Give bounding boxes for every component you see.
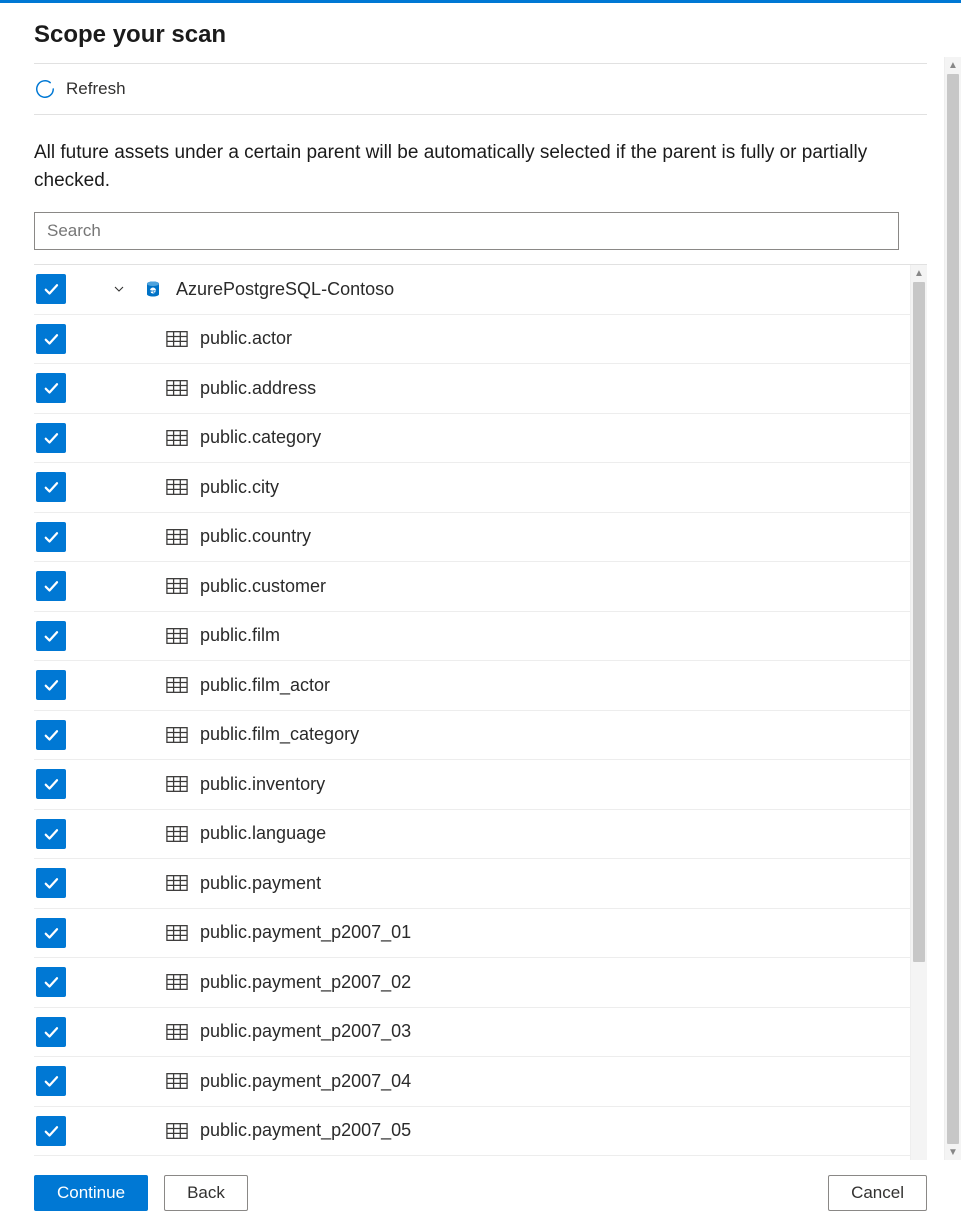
checkbox[interactable] — [36, 423, 66, 453]
checkbox[interactable] — [36, 571, 66, 601]
table-icon — [166, 971, 188, 993]
checkbox[interactable] — [36, 621, 66, 651]
tree-child-row[interactable]: public.inventory — [34, 760, 910, 810]
footer: Continue Back Cancel — [0, 1160, 961, 1225]
scroll-thumb[interactable] — [913, 282, 925, 962]
checkbox[interactable] — [36, 324, 66, 354]
checkbox[interactable] — [36, 1116, 66, 1146]
tree-child-label: public.film_category — [200, 724, 359, 745]
tree-child-row[interactable]: public.payment — [34, 859, 910, 909]
checkbox[interactable] — [36, 670, 66, 700]
tree-child-label: public.payment — [200, 873, 321, 894]
tree-child-label: public.payment_p2007_05 — [200, 1120, 411, 1141]
tree-child-label: public.payment_p2007_01 — [200, 922, 411, 943]
scroll-up-icon[interactable]: ▲ — [911, 265, 927, 282]
tree-child-label: public.country — [200, 526, 311, 547]
checkbox[interactable] — [36, 819, 66, 849]
tree-child-label: public.customer — [200, 576, 326, 597]
tree-child-row[interactable]: public.language — [34, 810, 910, 860]
tree-child-label: public.film — [200, 625, 280, 646]
back-button[interactable]: Back — [164, 1175, 248, 1211]
table-icon — [166, 377, 188, 399]
table-icon — [166, 476, 188, 498]
tree-child-row[interactable]: public.payment_p2007_03 — [34, 1008, 910, 1058]
tree-child-row[interactable]: public.payment_p2007_02 — [34, 958, 910, 1008]
panel-scrollbar[interactable]: ▲ ▼ — [944, 57, 961, 1161]
description-text: All future assets under a certain parent… — [34, 115, 927, 212]
table-icon — [166, 674, 188, 696]
tree-child-label: public.address — [200, 378, 316, 399]
tree-child-row[interactable]: public.film_category — [34, 711, 910, 761]
checkbox[interactable] — [36, 1017, 66, 1047]
checkbox[interactable] — [36, 522, 66, 552]
refresh-icon — [34, 78, 56, 100]
tree-child-row[interactable]: public.category — [34, 414, 910, 464]
tree-scroll[interactable]: PG AzurePostgreSQL-Contoso public.actor pub… — [34, 265, 910, 1222]
tree-child-row[interactable]: public.payment_p2007_04 — [34, 1057, 910, 1107]
table-icon — [166, 922, 188, 944]
tree-child-row[interactable]: public.city — [34, 463, 910, 513]
search-input[interactable] — [34, 212, 899, 250]
tree-child-label: public.film_actor — [200, 675, 330, 696]
table-icon — [166, 625, 188, 647]
scroll-thumb[interactable] — [947, 74, 959, 1144]
checkbox[interactable] — [36, 769, 66, 799]
tree-child-label: public.inventory — [200, 774, 325, 795]
tree-child-row[interactable]: public.payment_p2007_01 — [34, 909, 910, 959]
table-icon — [166, 328, 188, 350]
scroll-up-icon[interactable]: ▲ — [945, 57, 961, 74]
refresh-button[interactable]: Refresh — [34, 64, 927, 115]
tree-child-row[interactable]: public.actor — [34, 315, 910, 365]
scroll-down-icon[interactable]: ▼ — [945, 1144, 961, 1161]
tree-root-label: AzurePostgreSQL-Contoso — [176, 279, 394, 300]
tree-child-label: public.payment_p2007_02 — [200, 972, 411, 993]
tree-root-row[interactable]: PG AzurePostgreSQL-Contoso — [34, 265, 910, 315]
tree-child-label: public.language — [200, 823, 326, 844]
tree-child-row[interactable]: public.country — [34, 513, 910, 563]
table-icon — [166, 823, 188, 845]
table-icon — [166, 1120, 188, 1142]
table-icon — [166, 427, 188, 449]
tree-child-label: public.city — [200, 477, 279, 498]
tree-child-row[interactable]: public.film_actor — [34, 661, 910, 711]
cancel-button[interactable]: Cancel — [828, 1175, 927, 1211]
svg-text:PG: PG — [150, 289, 157, 294]
database-icon: PG — [142, 278, 164, 300]
table-icon — [166, 872, 188, 894]
table-icon — [166, 1070, 188, 1092]
tree-child-label: public.actor — [200, 328, 292, 349]
checkbox[interactable] — [36, 967, 66, 997]
checkbox[interactable] — [36, 472, 66, 502]
table-icon — [166, 1021, 188, 1043]
tree-child-row[interactable]: public.address — [34, 364, 910, 414]
tree-child-row[interactable]: public.payment_p2007_05 — [34, 1107, 910, 1157]
checkbox[interactable] — [36, 1066, 66, 1096]
continue-button[interactable]: Continue — [34, 1175, 148, 1211]
page-title: Scope your scan — [34, 3, 927, 64]
tree-child-row[interactable]: public.film — [34, 612, 910, 662]
checkbox[interactable] — [36, 868, 66, 898]
tree-scrollbar[interactable]: ▲ ▼ — [910, 265, 927, 1222]
checkbox[interactable] — [36, 274, 66, 304]
chevron-down-icon[interactable] — [108, 278, 130, 300]
checkbox[interactable] — [36, 373, 66, 403]
checkbox[interactable] — [36, 720, 66, 750]
table-icon — [166, 575, 188, 597]
table-icon — [166, 526, 188, 548]
checkbox[interactable] — [36, 918, 66, 948]
tree-child-label: public.payment_p2007_04 — [200, 1071, 411, 1092]
tree-child-label: public.category — [200, 427, 321, 448]
tree-child-row[interactable]: public.customer — [34, 562, 910, 612]
table-icon — [166, 724, 188, 746]
refresh-label: Refresh — [66, 79, 126, 99]
tree-child-label: public.payment_p2007_03 — [200, 1021, 411, 1042]
table-icon — [166, 773, 188, 795]
tree-container: PG AzurePostgreSQL-Contoso public.actor pub… — [34, 264, 927, 1222]
